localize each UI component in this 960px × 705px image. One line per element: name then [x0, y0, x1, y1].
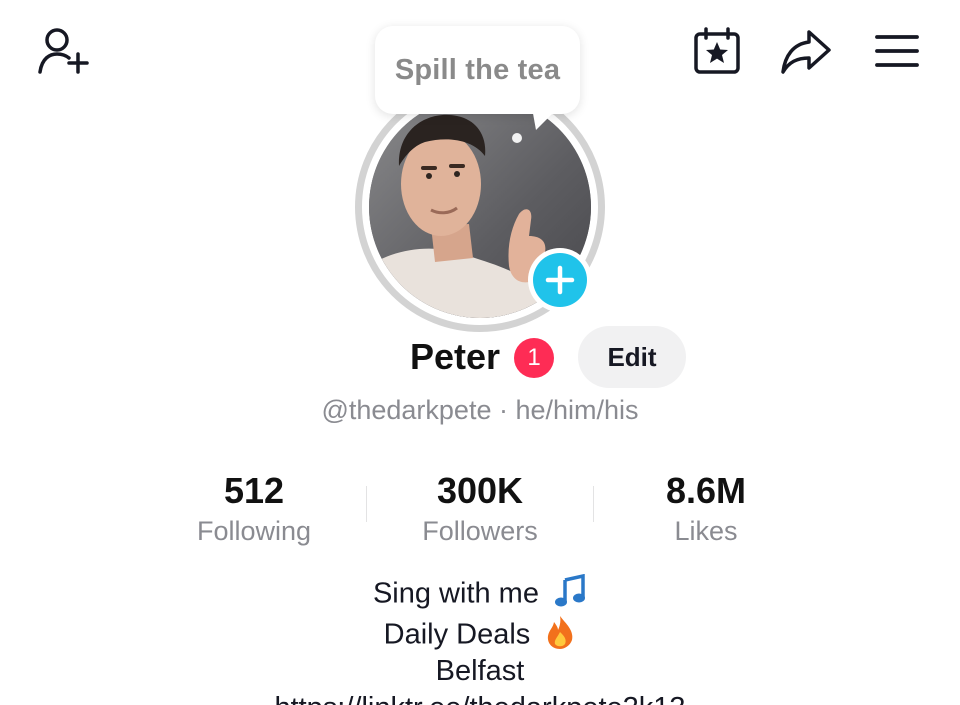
fire-icon [544, 614, 576, 658]
following-label: Following [196, 516, 312, 546]
edit-profile-button[interactable]: Edit [578, 326, 686, 388]
add-story-button[interactable] [528, 248, 592, 312]
menu-button[interactable] [872, 28, 922, 74]
stat-following[interactable]: 512 Following [154, 470, 354, 548]
bio-line-1: Sing with me [0, 573, 960, 616]
share-arrow-icon [781, 30, 831, 74]
following-count: 512 [223, 470, 285, 511]
calendar-star-icon [694, 27, 740, 74]
note-bubble-text: Spill the tea [394, 53, 561, 86]
add-story-badge [533, 253, 587, 307]
note-bubble-tail [532, 108, 558, 130]
share-button[interactable] [778, 24, 834, 78]
username-pronouns: @thedarkpete · he/him/his [321, 395, 639, 425]
likes-count: 8.6M [665, 470, 747, 511]
notification-badge[interactable]: 1 [514, 338, 554, 378]
person-add-icon [38, 28, 89, 74]
bio-line-3: Belfast [435, 655, 525, 687]
followers-label: Followers [422, 516, 538, 546]
stat-divider [593, 486, 594, 522]
followers-count: 300K [436, 470, 524, 511]
bio-text-2: Daily Deals [383, 618, 531, 651]
bio-line-2: Daily Deals [0, 614, 960, 658]
add-friend-button[interactable] [34, 24, 92, 78]
stat-divider [366, 486, 367, 522]
stat-followers[interactable]: 300K Followers [380, 470, 580, 548]
stat-likes[interactable]: 8.6M Likes [606, 470, 806, 548]
bio-text-1: Sing with me [372, 577, 539, 610]
plus-icon [545, 265, 575, 295]
note-bubble[interactable]: Spill the tea [375, 26, 580, 114]
bio-link[interactable]: https://linktr.ee/thedarkpete2k13 [0, 688, 960, 705]
music-note-icon [553, 573, 587, 616]
profile-name: Peter [410, 336, 501, 377]
hamburger-menu-icon [875, 35, 919, 67]
calendar-button[interactable] [690, 24, 744, 78]
likes-label: Likes [674, 516, 738, 546]
